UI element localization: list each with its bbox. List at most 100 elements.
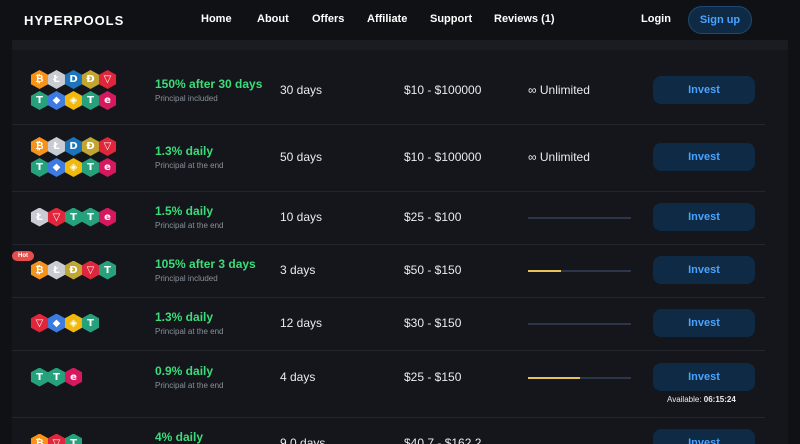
plan-rate: 1.3% daily — [155, 310, 214, 324]
plan-principal: Principal at the end — [155, 381, 224, 390]
plan-progress-bar — [528, 270, 631, 272]
invest-button[interactable]: Invest — [653, 363, 755, 391]
plan-deposit-range: $50 - $150 — [404, 263, 462, 277]
plan-row: T Te 0.9% daily Principal at the end 4 days $… — [12, 351, 765, 418]
dogecoin-icon: Ð — [64, 260, 83, 280]
tether-icon: T — [98, 260, 117, 280]
plan-row: ₿ ▽ T 4% daily 9.0 days $40.7 - $162.2 Invest — [12, 418, 765, 444]
nav-support[interactable]: Support — [430, 13, 472, 25]
litecoin-icon: Ł — [47, 137, 66, 156]
plan-term: 9.0 days — [280, 436, 326, 444]
plan-principal: Principal at the end — [155, 327, 224, 336]
plan-rate: 4% daily — [155, 430, 204, 444]
invest-button[interactable]: Invest — [653, 309, 755, 337]
eurcoin-icon: e — [64, 367, 83, 387]
tether-icon: T — [30, 367, 49, 387]
nav-offers[interactable]: Offers — [312, 13, 344, 25]
dash-icon: D — [64, 70, 83, 89]
plan-principal: Principal at the end — [155, 221, 224, 230]
invest-button[interactable]: Invest — [653, 76, 755, 104]
tether-icon: T — [81, 158, 100, 177]
plan-deposit-range: $10 - $100000 — [404, 150, 482, 164]
plan-rate: 105% after 3 days — [155, 257, 256, 271]
main-nav: Home About Offers Affiliate Support Revi… — [0, 13, 800, 29]
litecoin-icon: Ł — [47, 70, 66, 89]
login-link[interactable]: Login — [641, 13, 671, 25]
dogecoin-icon: Ð — [81, 70, 100, 89]
plan-row: ▽ ◆ ◈ T 1.3% daily Principal at the end 12 day… — [12, 298, 765, 351]
plan-deposit-range: $25 - $150 — [404, 370, 462, 384]
plan-term: 12 days — [280, 316, 323, 330]
ethereum-icon: ◆ — [47, 91, 66, 110]
plan-rate: 150% after 30 days — [155, 77, 263, 91]
bnb-icon: ◈ — [64, 158, 83, 177]
available-label: Available: — [667, 395, 702, 404]
invest-button[interactable]: Invest — [653, 256, 755, 284]
nav-home[interactable]: Home — [201, 13, 232, 25]
signup-button[interactable]: Sign up — [688, 6, 752, 34]
plan-row: Ł ▽ T Te 1.5% daily Principal at the end 10 da… — [12, 192, 765, 245]
bnb-icon: ◈ — [64, 313, 83, 333]
nav-reviews[interactable]: Reviews (1) — [494, 13, 555, 25]
dash-icon: D — [64, 137, 83, 156]
invest-button[interactable]: Invest — [653, 203, 755, 231]
tron-icon: ▽ — [98, 137, 117, 156]
bitcoin-icon: ₿ — [30, 70, 49, 89]
invest-button[interactable]: Invest — [653, 143, 755, 171]
litecoin-icon: Ł — [47, 260, 66, 280]
plan-limit: ∞ Unlimited — [528, 150, 590, 164]
eurcoin-icon: e — [98, 207, 117, 227]
plan-rate: 1.5% daily — [155, 204, 214, 218]
plan-row: ₿ Ł D Ð ▽ T ◆ ◈ Te 150% after 30 days Principal in… — [12, 50, 765, 125]
plan-principal: Principal included — [155, 94, 218, 103]
plan-term: 10 days — [280, 210, 323, 224]
plan-deposit-range: $30 - $150 — [404, 316, 462, 330]
tether-icon: T — [81, 313, 100, 333]
plan-term: 3 days — [280, 263, 316, 277]
bitcoin-icon: ₿ — [30, 137, 49, 156]
nav-affiliate[interactable]: Affiliate — [367, 13, 407, 25]
tether-icon: T — [64, 433, 83, 444]
plan-progress-bar — [528, 377, 631, 379]
plan-term: 50 days — [280, 150, 323, 164]
plan-rate: 0.9% daily — [155, 364, 214, 378]
plans-panel-header — [12, 40, 788, 50]
tron-icon: ▽ — [81, 260, 100, 280]
plan-principal: Principal at the end — [155, 161, 224, 170]
plan-limit: ∞ Unlimited — [528, 83, 590, 97]
tron-icon: ▽ — [30, 313, 49, 333]
site-header: HYPERPOOLS Home About Offers Affiliate S… — [0, 0, 800, 40]
tron-icon: ▽ — [47, 433, 66, 444]
tether-icon: T — [30, 158, 49, 177]
plan-deposit-range: $10 - $100000 — [404, 83, 482, 97]
invest-button[interactable]: Invest — [653, 429, 755, 444]
tron-icon: ▽ — [47, 207, 66, 227]
tether-icon: T — [81, 91, 100, 110]
nav-about[interactable]: About — [257, 13, 289, 25]
plan-principal: Principal included — [155, 274, 218, 283]
plan-deposit-range: $40.7 - $162.2 — [404, 436, 482, 444]
tron-icon: ▽ — [98, 70, 117, 89]
bnb-icon: ◈ — [64, 91, 83, 110]
tether-icon: T — [64, 207, 83, 227]
plan-rate: 1.3% daily — [155, 144, 214, 158]
available-countdown: Available: 06:15:24 — [667, 395, 736, 404]
plan-progress-fill — [528, 270, 561, 272]
litecoin-icon: Ł — [30, 207, 49, 227]
plan-row: ₿ Ł D Ð ▽ T ◆ ◈ Te 1.3% daily Principal at the end… — [12, 125, 765, 192]
plan-progress-fill — [528, 377, 580, 379]
tether-icon: T — [30, 91, 49, 110]
eurcoin-icon: e — [98, 158, 117, 177]
eurcoin-icon: e — [98, 91, 117, 110]
plan-progress-bar — [528, 323, 631, 325]
plan-progress-bar — [528, 217, 631, 219]
tether-icon: T — [81, 207, 100, 227]
hot-badge: Hot — [12, 251, 34, 261]
ethereum-icon: ◆ — [47, 158, 66, 177]
bitcoin-icon: ₿ — [30, 260, 49, 280]
dogecoin-icon: Ð — [81, 137, 100, 156]
plan-term: 4 days — [280, 370, 316, 384]
ethereum-icon: ◆ — [47, 313, 66, 333]
tether-icon: T — [47, 367, 66, 387]
plan-deposit-range: $25 - $100 — [404, 210, 462, 224]
